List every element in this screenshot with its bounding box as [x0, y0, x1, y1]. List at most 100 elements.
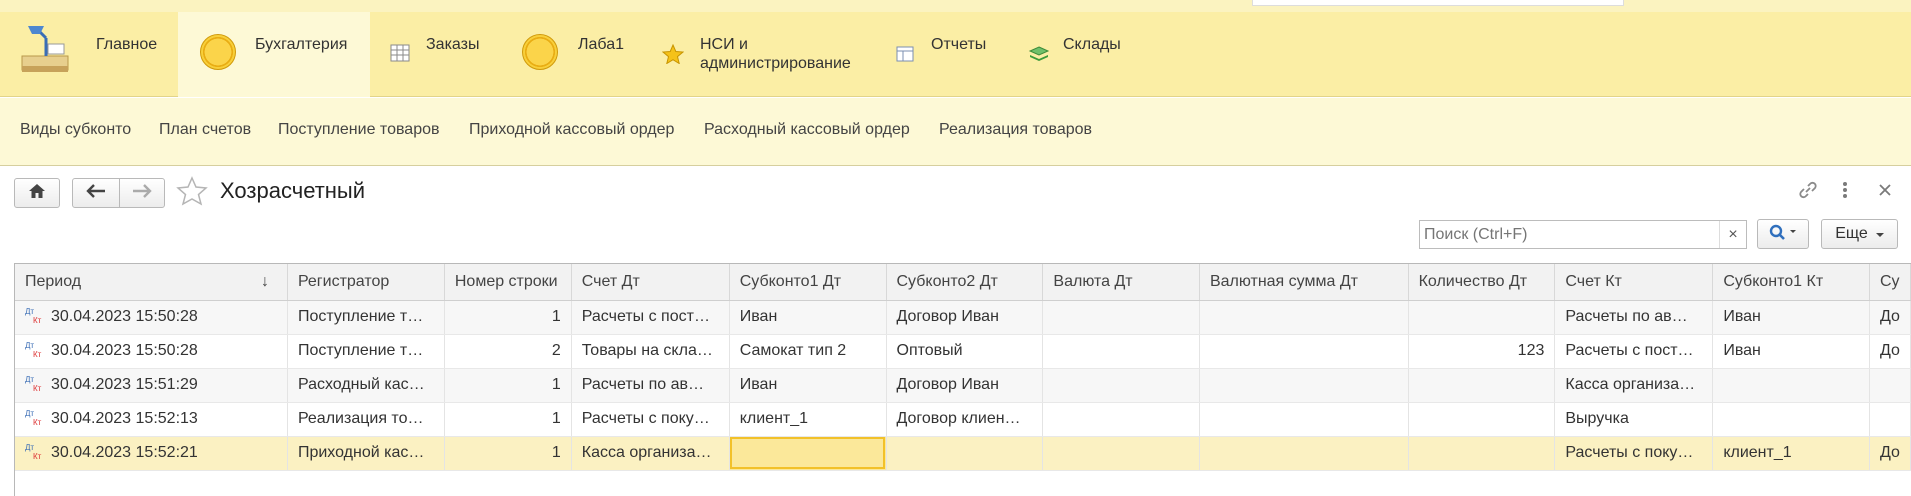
cell-cur-sum-dt[interactable]	[1199, 402, 1409, 437]
cell-sub1-kt[interactable]: Иван	[1712, 300, 1870, 335]
table-row[interactable]: Дт Кт 30.04.2023 15:52:13 Реализация то… 1 Ра…	[15, 402, 1911, 437]
table-row[interactable]: Дт Кт 30.04.2023 15:50:28 Поступление т… 2 То…	[15, 334, 1911, 369]
close-icon[interactable]	[1878, 180, 1892, 205]
cell-sub2-dt[interactable]: Оптовый	[886, 334, 1044, 369]
cell-period[interactable]: Дт Кт 30.04.2023 15:51:29	[15, 368, 288, 403]
nav-link-chart-of-accounts[interactable]: План счетов	[159, 121, 251, 139]
cell-acct-kt[interactable]: Расчеты с пост…	[1554, 334, 1714, 369]
column-header[interactable]: Валюта Дт	[1042, 264, 1200, 301]
link-icon[interactable]	[1797, 180, 1819, 205]
search-input[interactable]	[1420, 221, 1720, 248]
cell-period[interactable]: Дт Кт 30.04.2023 15:50:28	[15, 300, 288, 335]
cell-registrar[interactable]: Поступление т…	[287, 300, 445, 335]
table-row[interactable]: Дт Кт 30.04.2023 15:51:29 Расходный кас… 1 Ра…	[15, 368, 1911, 403]
cell-cur-sum-dt[interactable]	[1199, 436, 1409, 471]
cell-sub2-dt[interactable]: Договор Иван	[886, 368, 1044, 403]
cell-sub2-kt[interactable]: До	[1869, 436, 1911, 471]
cell-sub2-kt[interactable]: До	[1869, 300, 1911, 335]
cell-qty-dt[interactable]	[1408, 436, 1556, 471]
cell-sub1-dt[interactable]: Самокат тип 2	[729, 334, 887, 369]
cell-qty-dt[interactable]: 123	[1408, 334, 1556, 369]
cell-registrar[interactable]: Расходный кас…	[287, 368, 445, 403]
cell-line[interactable]: 2	[444, 334, 572, 369]
cell-acct-kt[interactable]: Расчеты с поку…	[1554, 436, 1714, 471]
nav-link-cash-expense-order[interactable]: Расходный кассовый ордер	[704, 121, 910, 139]
cell-registrar[interactable]: Приходной кас…	[287, 436, 445, 471]
column-header[interactable]: Субконто2 Дт	[886, 264, 1044, 301]
clear-search-button[interactable]: ×	[1719, 221, 1746, 248]
nav-link-cash-receipt-order[interactable]: Приходной кассовый ордер	[469, 121, 674, 139]
section-lab1[interactable]: Лаба1	[510, 12, 650, 97]
section-orders[interactable]: Заказы	[376, 12, 496, 97]
section-main[interactable]: Главное	[0, 12, 172, 97]
section-reports[interactable]: Отчеты	[890, 12, 1020, 97]
cell-acct-kt[interactable]: Расчеты по ав…	[1554, 300, 1714, 335]
column-header[interactable]: Счет Дт	[571, 264, 730, 301]
column-header[interactable]: Су	[1869, 264, 1911, 301]
cell-qty-dt[interactable]	[1408, 368, 1556, 403]
column-header[interactable]: Период ↓	[15, 264, 288, 301]
nav-link-goods-receipt[interactable]: Поступление товаров	[278, 121, 439, 139]
search-button[interactable]	[1757, 219, 1809, 249]
column-header[interactable]: Субконто1 Дт	[729, 264, 887, 301]
nav-link-goods-sale[interactable]: Реализация товаров	[939, 121, 1092, 139]
cell-cur-dt[interactable]	[1042, 436, 1200, 471]
cell-acct-dt[interactable]: Товары на скла…	[571, 334, 730, 369]
table-row[interactable]: Дт Кт 30.04.2023 15:50:28 Поступление т… 1 Ра…	[15, 300, 1911, 335]
cell-sub1-kt[interactable]	[1712, 368, 1870, 403]
more-vertical-icon[interactable]	[1842, 180, 1848, 205]
cell-sub2-dt[interactable]	[886, 436, 1044, 471]
back-button[interactable]	[72, 178, 120, 208]
cell-qty-dt[interactable]	[1408, 402, 1556, 437]
cell-registrar[interactable]: Реализация то…	[287, 402, 445, 437]
cell-cur-dt[interactable]	[1042, 334, 1200, 369]
cell-sub2-kt[interactable]	[1869, 368, 1911, 403]
table-row[interactable]: Дт Кт 30.04.2023 15:52:21 Приходной кас… 1 Ка…	[15, 436, 1911, 471]
cell-cur-dt[interactable]	[1042, 402, 1200, 437]
home-button[interactable]	[14, 178, 60, 208]
register-table[interactable]: Период ↓ Регистратор Номер строки Счет Д…	[14, 263, 1911, 496]
cell-sub1-dt[interactable]	[729, 436, 887, 471]
cell-sub1-kt[interactable]: Иван	[1712, 334, 1870, 369]
cell-cur-sum-dt[interactable]	[1199, 334, 1409, 369]
cell-acct-dt[interactable]: Расчеты с пост…	[571, 300, 730, 335]
cell-sub1-kt[interactable]	[1712, 402, 1870, 437]
more-button[interactable]: Еще	[1821, 219, 1898, 249]
cell-acct-dt[interactable]: Касса организа…	[571, 436, 730, 471]
cell-acct-kt[interactable]: Касса организа…	[1554, 368, 1714, 403]
cell-cur-dt[interactable]	[1042, 300, 1200, 335]
cell-line[interactable]: 1	[444, 402, 572, 437]
cell-sub2-dt[interactable]: Договор Иван	[886, 300, 1044, 335]
cell-period[interactable]: Дт Кт 30.04.2023 15:50:28	[15, 334, 288, 369]
column-header[interactable]: Валютная сумма Дт	[1199, 264, 1409, 301]
cell-sub2-kt[interactable]: До	[1869, 334, 1911, 369]
cell-period[interactable]: Дт Кт 30.04.2023 15:52:21	[15, 436, 288, 471]
cell-acct-kt[interactable]: Выручка	[1554, 402, 1714, 437]
cell-cur-sum-dt[interactable]	[1199, 368, 1409, 403]
cell-sub2-kt[interactable]	[1869, 402, 1911, 437]
cell-period[interactable]: Дт Кт 30.04.2023 15:52:13	[15, 402, 288, 437]
cell-acct-dt[interactable]: Расчеты по ав…	[571, 368, 730, 403]
section-nsi-admin[interactable]: НСИ и администрирование	[652, 12, 872, 97]
cell-line[interactable]: 1	[444, 300, 572, 335]
cell-sub1-kt[interactable]: клиент_1	[1712, 436, 1870, 471]
cell-qty-dt[interactable]	[1408, 300, 1556, 335]
nav-link-subconto-types[interactable]: Виды субконто	[20, 121, 131, 139]
column-header[interactable]: Регистратор	[287, 264, 445, 301]
section-accounting[interactable]: Бухгалтерия	[178, 12, 370, 97]
cell-cur-sum-dt[interactable]	[1199, 300, 1409, 335]
cell-sub1-dt[interactable]: Иван	[729, 368, 887, 403]
forward-button[interactable]	[119, 178, 165, 208]
column-header[interactable]: Счет Кт	[1554, 264, 1714, 301]
column-header[interactable]: Номер строки	[444, 264, 572, 301]
column-header[interactable]: Субконто1 Кт	[1712, 264, 1870, 301]
column-header[interactable]: Количество Дт	[1408, 264, 1556, 301]
global-search[interactable]	[1252, 0, 1624, 6]
cell-registrar[interactable]: Поступление т…	[287, 334, 445, 369]
section-warehouses[interactable]: Склады	[1020, 12, 1160, 97]
cell-sub1-dt[interactable]: Иван	[729, 300, 887, 335]
cell-line[interactable]: 1	[444, 436, 572, 471]
cell-line[interactable]: 1	[444, 368, 572, 403]
cell-sub2-dt[interactable]: Договор клиен…	[886, 402, 1044, 437]
cell-cur-dt[interactable]	[1042, 368, 1200, 403]
